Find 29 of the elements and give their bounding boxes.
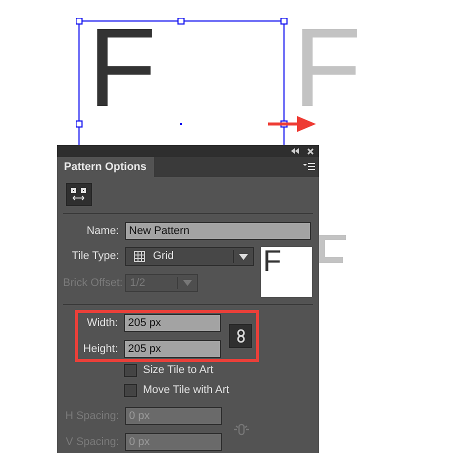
input-field[interactable]: 205 px: [124, 314, 221, 332]
artwork-letter: F: [88, 12, 156, 124]
field-label: Width:: [86, 316, 118, 331]
link-button[interactable]: [229, 324, 252, 348]
caret-icon: [183, 280, 192, 286]
field-label: Name:: [86, 224, 119, 239]
menu-icon[interactable]: [303, 163, 315, 171]
preview-letter: F: [262, 247, 282, 277]
checkbox-label: Size Tile to Art: [143, 364, 214, 377]
checkbox[interactable]: [124, 364, 137, 377]
field-label: Height:: [82, 342, 118, 357]
artwork-letter: F: [293, 12, 362, 124]
arrow-drawing: [267, 116, 317, 132]
collapse-icon[interactable]: [291, 148, 299, 154]
tab[interactable]: Pattern Options: [57, 157, 154, 177]
edit-pattern-button[interactable]: [66, 183, 92, 206]
grid-icon: [134, 251, 145, 262]
close-icon[interactable]: [307, 148, 314, 154]
dropdown-value: Grid: [153, 249, 175, 264]
checkbox-label: Move Tile with Art: [143, 384, 230, 397]
letter-fragment-drawing: [319, 235, 346, 263]
field-label: Tile Type:: [70, 249, 119, 264]
tile-type-dropdown[interactable]: Grid: [125, 247, 254, 266]
chain-icon: [236, 329, 244, 343]
caret-icon: [239, 254, 248, 260]
input-field[interactable]: 205 px: [124, 340, 221, 358]
tile-edit-icon: [71, 188, 87, 202]
input-field[interactable]: New Pattern: [125, 222, 311, 240]
checkbox[interactable]: [124, 384, 137, 397]
